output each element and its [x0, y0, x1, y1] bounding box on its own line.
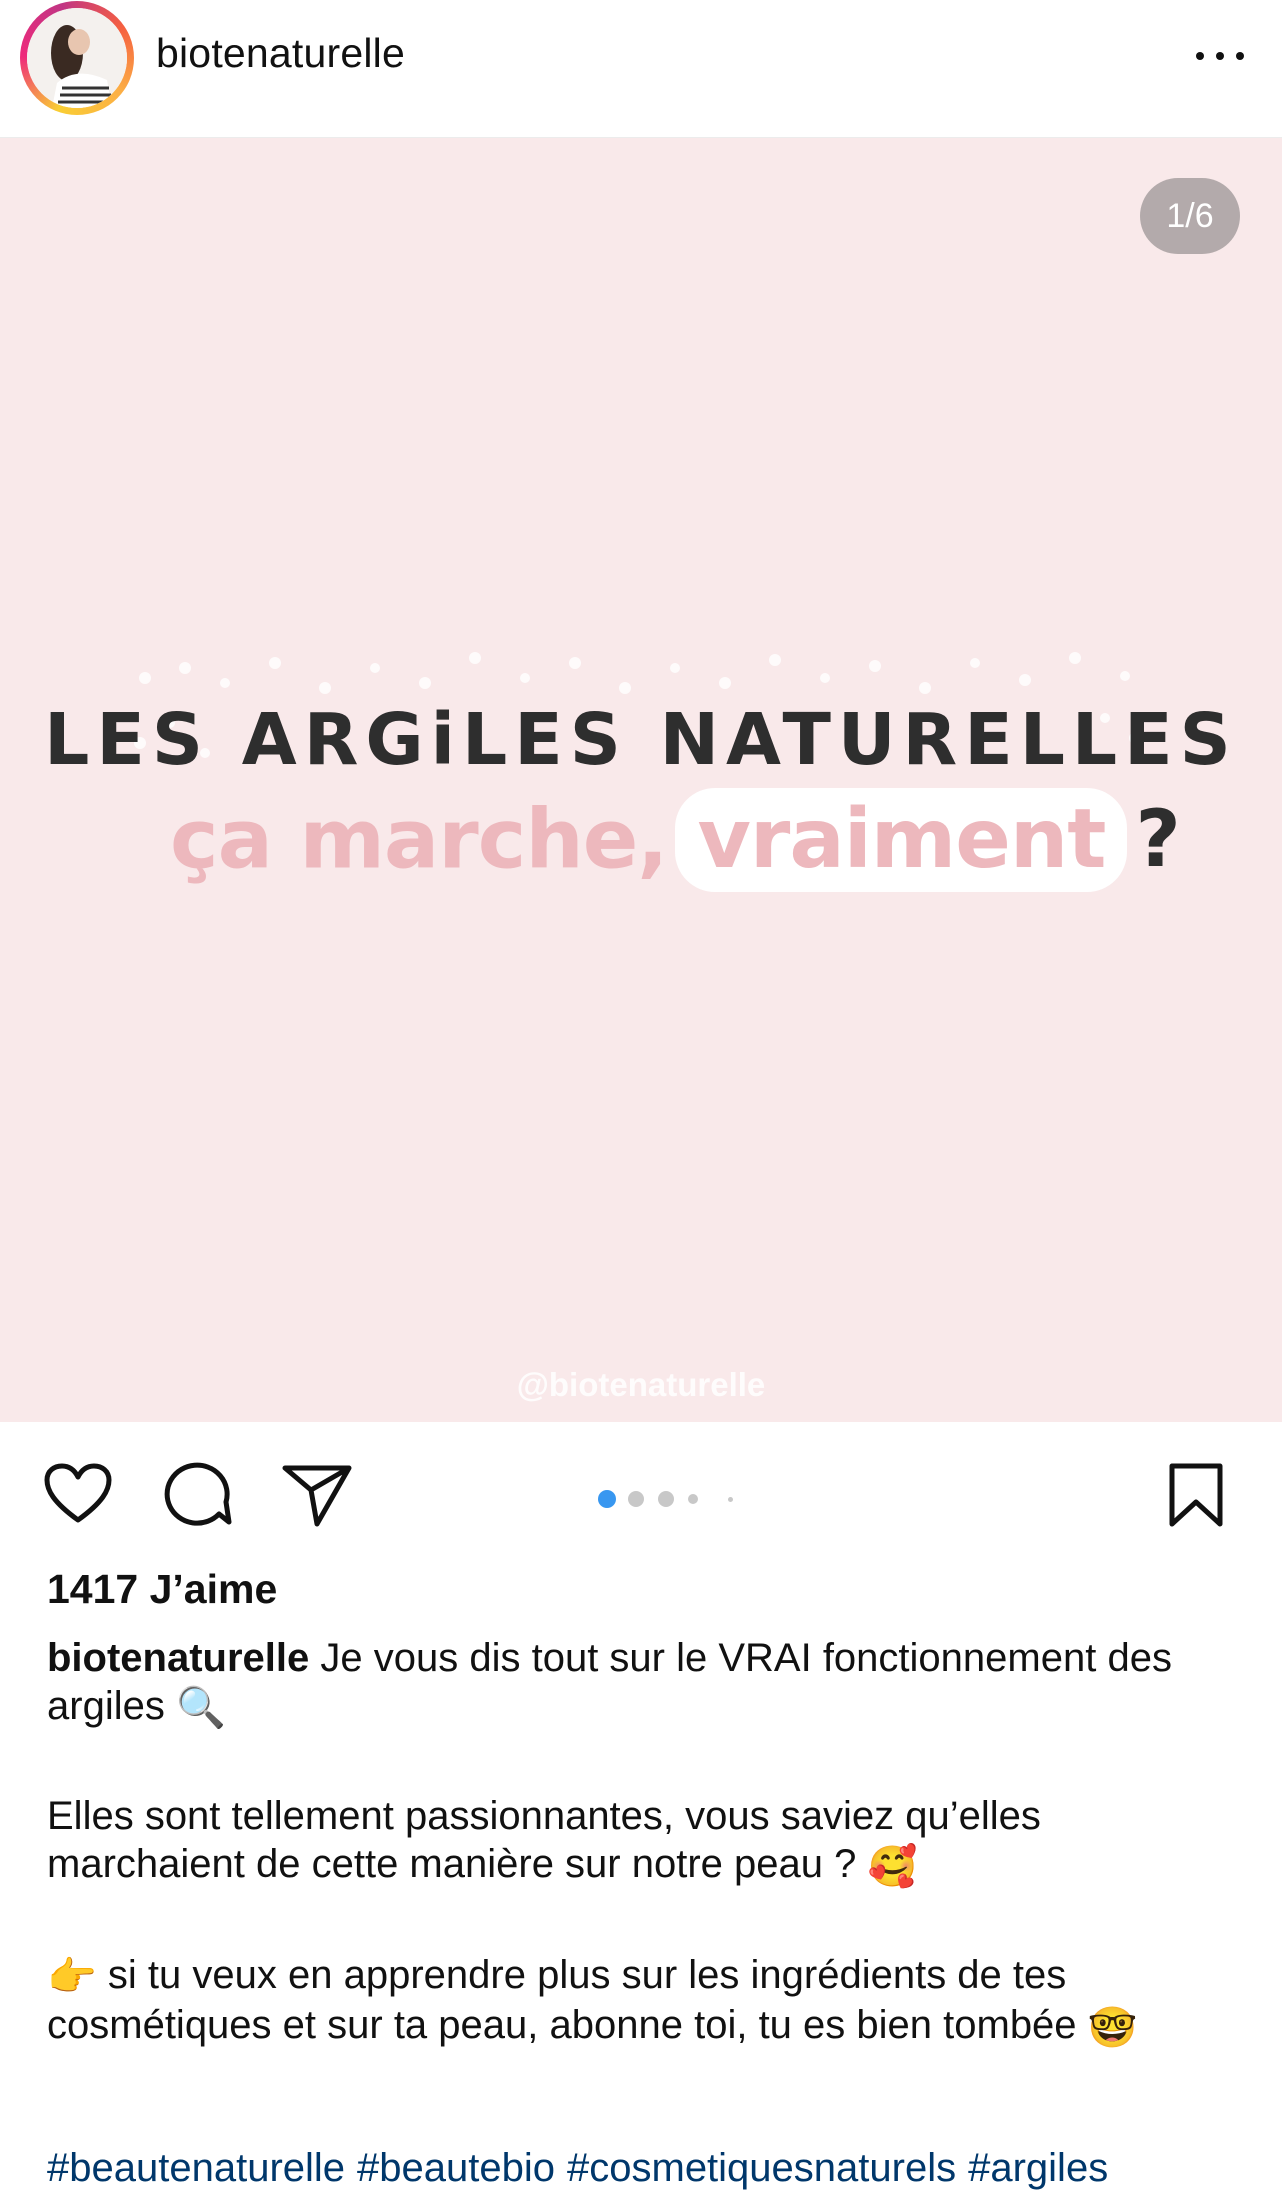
- post-caption: biotenaturelle Je vous dis tout sur le V…: [47, 1634, 1237, 2052]
- carousel-dot: [688, 1494, 698, 1504]
- hashtag-link[interactable]: #argiles: [968, 2146, 1108, 2190]
- carousel-counter: 1/6: [1140, 178, 1240, 254]
- smiling-hearts-emoji: 🥰: [867, 1844, 918, 1889]
- likes-count[interactable]: 1417 J’aime: [47, 1566, 277, 1613]
- magnifier-emoji: 🔍: [175, 1686, 226, 1731]
- hashtag-link[interactable]: #beautenaturelle: [47, 2146, 345, 2190]
- post-header: biotenaturelle: [0, 0, 1282, 138]
- bookmark-icon[interactable]: [1167, 1462, 1225, 1528]
- pointing-emoji: 👉: [47, 1955, 97, 2000]
- carousel-dot: [658, 1491, 674, 1507]
- post-image[interactable]: 1/6 LES ARGiLES NATURELLES ça marche, vra…: [0, 138, 1282, 1422]
- carousel-dot-active: [598, 1490, 616, 1508]
- post-actions: [0, 1422, 1282, 1562]
- heart-icon[interactable]: [43, 1462, 113, 1526]
- carousel-dot: [728, 1497, 733, 1502]
- hashtag-link[interactable]: #cosmetiquesnaturels: [567, 2146, 956, 2190]
- avatar-story-ring[interactable]: [20, 1, 134, 115]
- subline-highlight: vraiment: [675, 788, 1128, 892]
- hashtags: #beautenaturelle #beautebio #cosmetiquesna…: [47, 2146, 1282, 2191]
- subline-main: ça marche,: [170, 792, 668, 888]
- avatar[interactable]: [27, 8, 127, 108]
- carousel-dot: [628, 1491, 644, 1507]
- paper-plane-icon[interactable]: [281, 1462, 353, 1528]
- slide-headline: LES ARGiLES NATURELLES: [44, 698, 1238, 781]
- caption-username[interactable]: biotenaturelle: [47, 1636, 309, 1680]
- more-horizontal-icon[interactable]: [1190, 36, 1250, 76]
- subline-question-mark: ?: [1135, 795, 1181, 885]
- comment-icon[interactable]: [163, 1462, 233, 1528]
- nerd-emoji: 🤓: [1087, 2005, 1138, 2050]
- post-username[interactable]: biotenaturelle: [156, 30, 405, 77]
- caption-para3: si tu veux en apprendre plus sur les ing…: [47, 1952, 1077, 2048]
- watermark: @biotenaturelle: [516, 1366, 766, 1403]
- slide-subline: ça marche, vraiment?: [170, 788, 1181, 908]
- hashtag-link[interactable]: #beautebio: [357, 2146, 555, 2190]
